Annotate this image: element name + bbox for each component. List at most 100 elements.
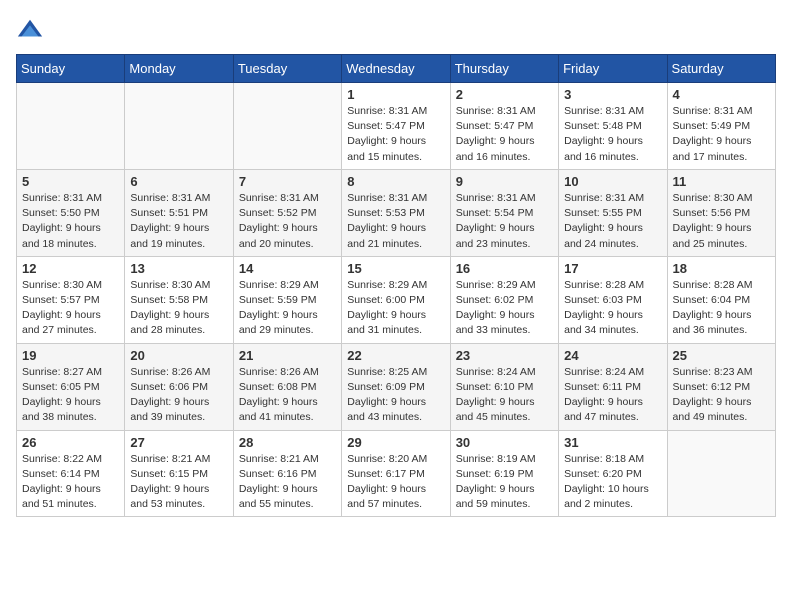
- daylight-value: and 20 minutes.: [239, 238, 314, 250]
- day-info: Sunrise: 8:30 AMSunset: 5:58 PMDaylight:…: [130, 278, 227, 339]
- day-info: Sunrise: 8:31 AMSunset: 5:50 PMDaylight:…: [22, 191, 119, 252]
- day-info: Sunrise: 8:21 AMSunset: 6:16 PMDaylight:…: [239, 452, 336, 513]
- day-info: Sunrise: 8:31 AMSunset: 5:51 PMDaylight:…: [130, 191, 227, 252]
- day-number: 24: [564, 348, 661, 363]
- day-info: Sunrise: 8:30 AMSunset: 5:57 PMDaylight:…: [22, 278, 119, 339]
- daylight-value: and 17 minutes.: [673, 151, 748, 163]
- daylight-value: and 49 minutes.: [673, 411, 748, 423]
- daylight-value: and 23 minutes.: [456, 238, 531, 250]
- daylight-label: Daylight: 9 hours: [564, 222, 643, 234]
- daylight-value: and 18 minutes.: [22, 238, 97, 250]
- daylight-label: Daylight: 9 hours: [239, 309, 318, 321]
- calendar-cell: 25Sunrise: 8:23 AMSunset: 6:12 PMDayligh…: [667, 343, 775, 430]
- calendar-cell: 19Sunrise: 8:27 AMSunset: 6:05 PMDayligh…: [17, 343, 125, 430]
- day-info: Sunrise: 8:28 AMSunset: 6:04 PMDaylight:…: [673, 278, 770, 339]
- day-info: Sunrise: 8:31 AMSunset: 5:49 PMDaylight:…: [673, 104, 770, 165]
- daylight-label: Daylight: 9 hours: [239, 396, 318, 408]
- calendar-cell: 4Sunrise: 8:31 AMSunset: 5:49 PMDaylight…: [667, 83, 775, 170]
- day-number: 5: [22, 174, 119, 189]
- day-number: 21: [239, 348, 336, 363]
- daylight-label: Daylight: 9 hours: [22, 396, 101, 408]
- daylight-label: Daylight: 9 hours: [673, 396, 752, 408]
- day-info: Sunrise: 8:31 AMSunset: 5:47 PMDaylight:…: [347, 104, 444, 165]
- daylight-label: Daylight: 9 hours: [130, 222, 209, 234]
- calendar-cell: 7Sunrise: 8:31 AMSunset: 5:52 PMDaylight…: [233, 169, 341, 256]
- day-number: 7: [239, 174, 336, 189]
- calendar-cell: 29Sunrise: 8:20 AMSunset: 6:17 PMDayligh…: [342, 430, 450, 517]
- calendar-cell: [233, 83, 341, 170]
- daylight-label: Daylight: 9 hours: [347, 483, 426, 495]
- calendar-cell: 31Sunrise: 8:18 AMSunset: 6:20 PMDayligh…: [559, 430, 667, 517]
- day-info: Sunrise: 8:21 AMSunset: 6:15 PMDaylight:…: [130, 452, 227, 513]
- day-info: Sunrise: 8:31 AMSunset: 5:47 PMDaylight:…: [456, 104, 553, 165]
- week-row-1: 1 Sunrise: 8:31 AMSunset: 5:47 PMDaylight…: [17, 83, 776, 170]
- day-number: 14: [239, 261, 336, 276]
- daylight-value: and 57 minutes.: [347, 498, 422, 510]
- day-number: 25: [673, 348, 770, 363]
- day-number: 26: [22, 435, 119, 450]
- week-row-5: 26Sunrise: 8:22 AMSunset: 6:14 PMDayligh…: [17, 430, 776, 517]
- calendar-cell: 21 Sunrise: 8:26 AMSunset: 6:08 PMDayligh…: [233, 343, 341, 430]
- day-info: Sunrise: 8:31 AMSunset: 5:54 PMDaylight:…: [456, 191, 553, 252]
- daylight-value: and 55 minutes.: [239, 498, 314, 510]
- calendar-cell: 3Sunrise: 8:31 AMSunset: 5:48 PMDaylight…: [559, 83, 667, 170]
- daylight-value: and 47 minutes.: [564, 411, 639, 423]
- day-number: 20: [130, 348, 227, 363]
- daylight-value: and 28 minutes.: [130, 324, 205, 336]
- daylight-value: and 39 minutes.: [130, 411, 205, 423]
- calendar-cell: 26Sunrise: 8:22 AMSunset: 6:14 PMDayligh…: [17, 430, 125, 517]
- day-number: 30: [456, 435, 553, 450]
- daylight-label: Daylight: 9 hours: [673, 309, 752, 321]
- day-number: 8: [347, 174, 444, 189]
- calendar-cell: 28Sunrise: 8:21 AMSunset: 6:16 PMDayligh…: [233, 430, 341, 517]
- day-number: 12: [22, 261, 119, 276]
- daylight-label: Daylight: 9 hours: [564, 396, 643, 408]
- day-number: 18: [673, 261, 770, 276]
- day-number: 3: [564, 87, 661, 102]
- day-number: 11: [673, 174, 770, 189]
- calendar-cell: 11Sunrise: 8:30 AMSunset: 5:56 PMDayligh…: [667, 169, 775, 256]
- calendar-cell: 13Sunrise: 8:30 AMSunset: 5:58 PMDayligh…: [125, 256, 233, 343]
- daylight-label: Daylight: 9 hours: [673, 222, 752, 234]
- day-info: Sunrise: 8:31 AMSunset: 5:55 PMDaylight:…: [564, 191, 661, 252]
- daylight-value: and 59 minutes.: [456, 498, 531, 510]
- daylight-value: and 27 minutes.: [22, 324, 97, 336]
- daylight-label: Daylight: 10 hours: [564, 483, 649, 495]
- daylight-value: and 16 minutes.: [456, 151, 531, 163]
- daylight-label: Daylight: 9 hours: [564, 309, 643, 321]
- day-number: 10: [564, 174, 661, 189]
- calendar-cell: 15Sunrise: 8:29 AMSunset: 6:00 PMDayligh…: [342, 256, 450, 343]
- daylight-value: and 33 minutes.: [456, 324, 531, 336]
- daylight-value: and 36 minutes.: [673, 324, 748, 336]
- calendar-cell: 1 Sunrise: 8:31 AMSunset: 5:47 PMDaylight…: [342, 83, 450, 170]
- calendar-cell: 12 Sunrise: 8:30 AMSunset: 5:57 PMDayligh…: [17, 256, 125, 343]
- weekday-header-sunday: Sunday: [17, 55, 125, 83]
- week-row-3: 12 Sunrise: 8:30 AMSunset: 5:57 PMDayligh…: [17, 256, 776, 343]
- daylight-label: Daylight: 9 hours: [456, 483, 535, 495]
- daylight-value: and 53 minutes.: [130, 498, 205, 510]
- daylight-value: and 15 minutes.: [347, 151, 422, 163]
- day-number: 16: [456, 261, 553, 276]
- weekday-header-friday: Friday: [559, 55, 667, 83]
- day-info: Sunrise: 8:26 AMSunset: 6:08 PMDaylight:…: [239, 365, 336, 426]
- daylight-value: and 16 minutes.: [564, 151, 639, 163]
- day-number: 15: [347, 261, 444, 276]
- daylight-label: Daylight: 9 hours: [564, 135, 643, 147]
- day-info: Sunrise: 8:26 AMSunset: 6:06 PMDaylight:…: [130, 365, 227, 426]
- day-info: Sunrise: 8:29 AMSunset: 5:59 PMDaylight:…: [239, 278, 336, 339]
- daylight-label: Daylight: 9 hours: [456, 135, 535, 147]
- day-number: 19: [22, 348, 119, 363]
- calendar-cell: 6Sunrise: 8:31 AMSunset: 5:51 PMDaylight…: [125, 169, 233, 256]
- daylight-value: and 25 minutes.: [673, 238, 748, 250]
- calendar-cell: [667, 430, 775, 517]
- daylight-value: and 21 minutes.: [347, 238, 422, 250]
- daylight-label: Daylight: 9 hours: [347, 135, 426, 147]
- daylight-label: Daylight: 9 hours: [347, 309, 426, 321]
- daylight-value: and 24 minutes.: [564, 238, 639, 250]
- daylight-value: and 34 minutes.: [564, 324, 639, 336]
- daylight-value: and 31 minutes.: [347, 324, 422, 336]
- day-number: 29: [347, 435, 444, 450]
- weekday-header-thursday: Thursday: [450, 55, 558, 83]
- day-number: 23: [456, 348, 553, 363]
- day-number: 1: [347, 87, 444, 102]
